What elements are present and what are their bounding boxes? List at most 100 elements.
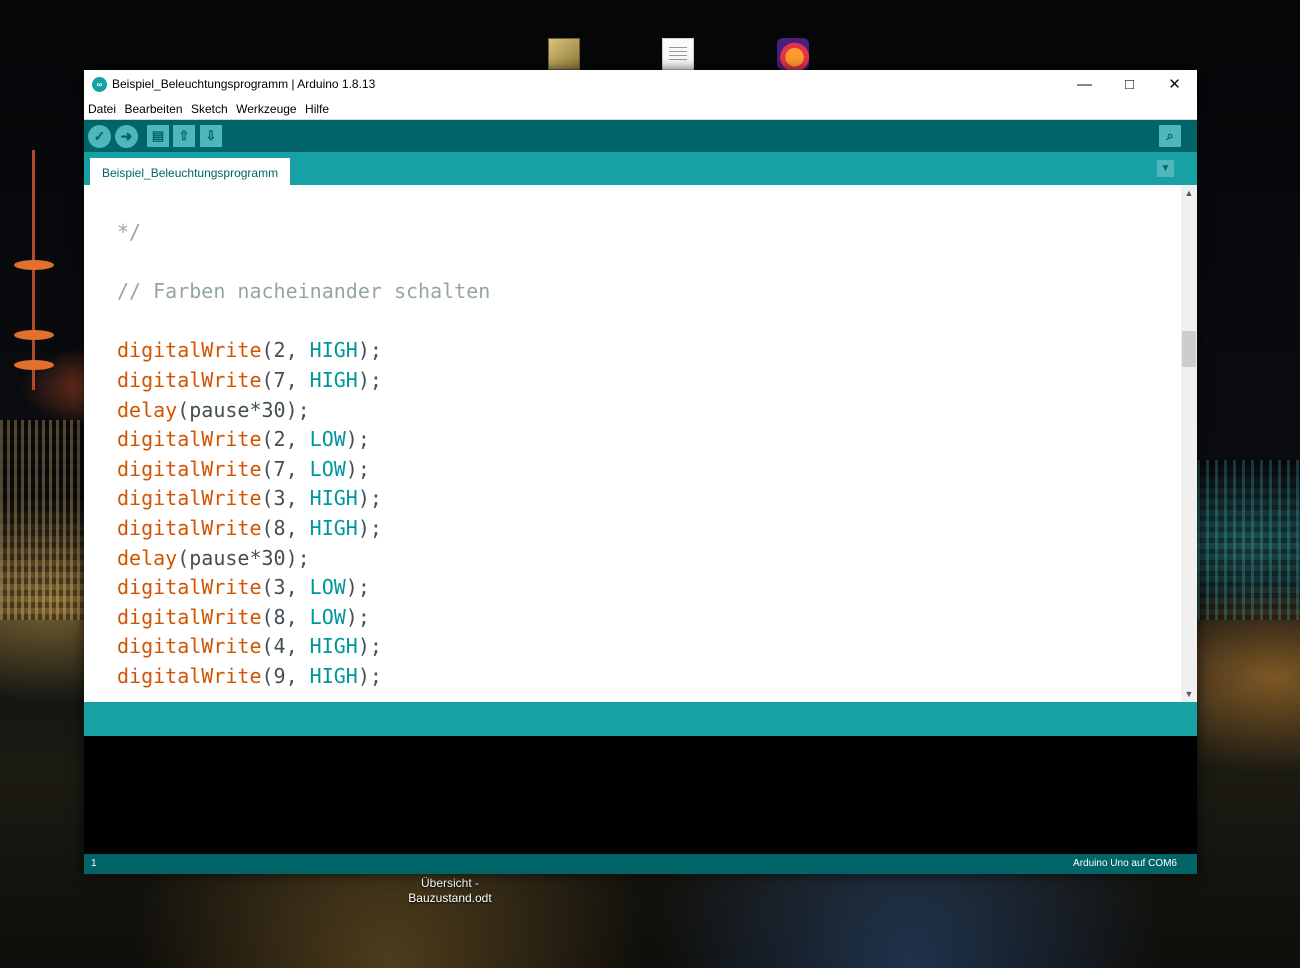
code-token: (3, (261, 575, 310, 600)
code-token: (8, (261, 515, 310, 540)
code-token: (8, (261, 604, 310, 629)
arduino-logo-icon: ∞ (92, 77, 107, 92)
new-file-icon: ▤ (151, 128, 165, 143)
code-line[interactable]: digitalWrite(3, HIGH); (117, 484, 490, 514)
chevron-up-icon[interactable]: ▲ (1181, 185, 1197, 201)
code-token: // Farben nacheinander schalten (117, 279, 491, 304)
save-sketch-button[interactable]: ⇩ (200, 125, 222, 147)
code-line[interactable] (117, 248, 490, 278)
code-line[interactable]: digitalWrite(7, LOW); (117, 455, 490, 485)
serial-monitor-button[interactable]: ⌕ (1159, 125, 1181, 147)
tv-tower-decoration (14, 150, 54, 400)
code-editor[interactable]: */ // Farben nacheinander schalten digital… (84, 185, 1197, 702)
code-token: digitalWrite (117, 367, 262, 392)
arduino-ide-window: ∞ Beispiel_Beleuchtungsprogramm | Arduin… (84, 70, 1197, 874)
code-line[interactable]: digitalWrite(2, LOW); (117, 425, 490, 455)
code-token: HIGH (309, 634, 358, 659)
code-token: ); (357, 634, 382, 659)
code-line[interactable]: delay(pause*30); (117, 396, 490, 426)
code-token: (7, (261, 456, 310, 481)
code-line[interactable] (117, 307, 490, 337)
code-token: (pause*30); (177, 545, 310, 570)
menu-datei[interactable]: Datei (88, 99, 116, 119)
code-token: HIGH (309, 663, 358, 688)
menu-hilfe[interactable]: Hilfe (305, 99, 329, 119)
code-token: delay (117, 545, 178, 570)
code-token: ); (357, 338, 382, 363)
code-token: */ (117, 220, 142, 244)
code-token: digitalWrite (117, 663, 262, 688)
chevron-down-icon[interactable]: ▼ (1181, 686, 1197, 702)
code-token: HIGH (309, 338, 358, 363)
code-token: ); (357, 486, 382, 511)
code-token: LOW (309, 575, 346, 600)
code-line[interactable]: digitalWrite(8, HIGH); (117, 514, 490, 544)
code-line[interactable]: digitalWrite(8, LOW); (117, 603, 490, 633)
editor-scrollbar[interactable]: ▲ ▼ (1181, 185, 1197, 702)
magnifier-icon: ⌕ (1166, 128, 1174, 143)
code-line[interactable]: digitalWrite(7, HIGH); (117, 366, 490, 396)
code-token: digitalWrite (117, 456, 262, 481)
close-button[interactable]: ✕ (1152, 70, 1197, 99)
chevron-down-icon: ▼ (1160, 163, 1171, 174)
arrow-up-icon: ⇧ (178, 128, 190, 143)
code-token: digitalWrite (117, 338, 262, 363)
arrow-right-icon: ➜ (120, 128, 133, 144)
tab-menu-button[interactable]: ▼ (1157, 160, 1174, 177)
arrow-down-icon: ⇩ (205, 128, 217, 143)
line-number: 1 (91, 858, 97, 869)
city-lights-right (1197, 460, 1300, 620)
code-token: digitalWrite (117, 515, 262, 540)
firefox-icon[interactable] (777, 38, 809, 70)
menu-sketch[interactable]: Sketch (191, 99, 228, 119)
city-lights-left (0, 420, 84, 620)
title-bar: ∞ Beispiel_Beleuchtungsprogramm | Arduin… (84, 70, 1197, 99)
status-bar (84, 702, 1197, 736)
code-token: delay (117, 397, 178, 422)
code-token: (2, (261, 338, 310, 363)
open-sketch-button[interactable]: ⇧ (173, 125, 195, 147)
code-line[interactable]: // Farben nacheinander schalten (117, 277, 490, 307)
code-line[interactable]: delay(pause*30); (117, 544, 490, 574)
code-line[interactable]: */ (117, 218, 490, 248)
code-token: HIGH (309, 486, 358, 511)
window-title: Beispiel_Beleuchtungsprogramm | Arduino … (112, 77, 376, 91)
upload-button[interactable]: ➜ (115, 125, 138, 148)
document-icon[interactable] (662, 38, 694, 70)
code-token: (2, (261, 427, 310, 452)
code-line[interactable]: digitalWrite(9, HIGH); (117, 662, 490, 692)
scrollbar-thumb[interactable] (1182, 331, 1196, 367)
code-token: ); (357, 367, 382, 392)
code-token: (7, (261, 367, 310, 392)
code-token: digitalWrite (117, 634, 262, 659)
tab-sketch[interactable]: Beispiel_Beleuchtungsprogramm (90, 158, 291, 185)
desktop-icon-label[interactable]: Übersicht - Bauzustand.odt (395, 876, 505, 906)
console-output[interactable] (84, 736, 1197, 854)
image-file-icon[interactable] (548, 38, 580, 70)
footer-bar: 1 Arduino Uno auf COM6 (84, 854, 1197, 874)
code-token: HIGH (309, 515, 358, 540)
code-token: ); (345, 575, 370, 600)
minimize-button[interactable]: — (1062, 70, 1107, 99)
code-token: ); (357, 663, 382, 688)
code-line[interactable]: digitalWrite(3, LOW); (117, 573, 490, 603)
code-text[interactable]: */ // Farben nacheinander schalten digital… (117, 218, 490, 692)
new-sketch-button[interactable]: ▤ (147, 125, 169, 147)
verify-button[interactable]: ✓ (88, 125, 111, 148)
code-token: (pause*30); (177, 397, 310, 422)
code-token: ); (345, 456, 370, 481)
code-token: digitalWrite (117, 486, 262, 511)
menu-werkzeuge[interactable]: Werkzeuge (236, 99, 296, 119)
menu-bar: Datei Bearbeiten Sketch Werkzeuge Hilfe (84, 99, 1197, 119)
code-token: LOW (309, 456, 346, 481)
code-token: LOW (309, 604, 346, 629)
code-token: digitalWrite (117, 604, 262, 629)
code-token: (9, (261, 663, 310, 688)
code-line[interactable]: digitalWrite(2, HIGH); (117, 336, 490, 366)
menu-bearbeiten[interactable]: Bearbeiten (124, 99, 182, 119)
code-token: ); (357, 515, 382, 540)
checkmark-icon: ✓ (93, 128, 106, 144)
code-token: digitalWrite (117, 575, 262, 600)
maximize-button[interactable]: □ (1107, 70, 1152, 99)
code-line[interactable]: digitalWrite(4, HIGH); (117, 632, 490, 662)
